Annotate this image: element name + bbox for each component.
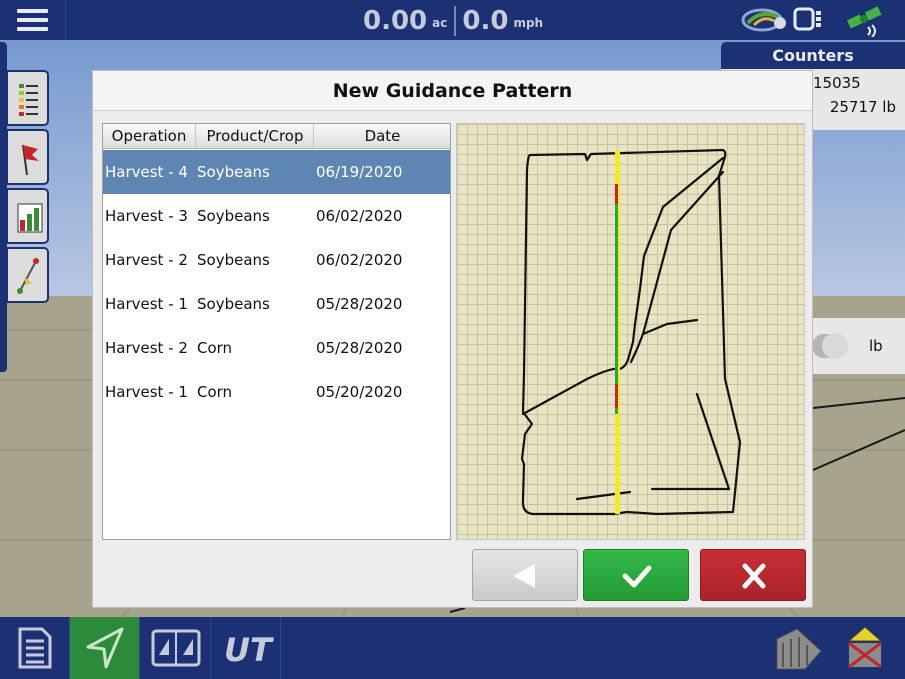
checkmark-icon xyxy=(622,565,652,588)
cell-date: 05/20/2020 xyxy=(316,383,403,401)
speed-value: 0.0 xyxy=(462,6,509,36)
back-button[interactable] xyxy=(472,549,578,601)
counters-header[interactable]: Counters xyxy=(721,42,905,69)
legend-icon xyxy=(19,84,38,116)
area-speed-readout: 0.00 ac 0.0 mph xyxy=(363,2,543,36)
toggle-unit-label: lb xyxy=(869,337,883,355)
counter-value-1: 15035 xyxy=(813,74,861,92)
legend-button[interactable] xyxy=(6,70,49,126)
cell-product-crop: Soybeans xyxy=(197,295,270,313)
cell-product-crop: Soybeans xyxy=(197,251,270,269)
navigation-arrow-icon xyxy=(86,627,124,669)
unit-toggle-knob[interactable] xyxy=(822,333,848,359)
cell-product-crop: Corn xyxy=(197,339,233,357)
coverage-red-2 xyxy=(615,384,618,408)
cell-date: 05/28/2020 xyxy=(316,339,403,357)
cell-operation: Harvest - 3 xyxy=(105,207,188,225)
cell-product-crop: Corn xyxy=(197,383,233,401)
cell-operation: Harvest - 4 xyxy=(105,163,188,181)
warning-button[interactable] xyxy=(835,617,905,679)
split-view-button[interactable] xyxy=(141,617,211,679)
table-row[interactable]: Harvest - 1 Corn 05/20/2020 xyxy=(103,370,450,414)
dialog-title: New Guidance Pattern xyxy=(93,71,812,111)
flag-icon xyxy=(22,144,39,176)
table-row[interactable]: Harvest - 1 Soybeans 05/28/2020 xyxy=(103,282,450,326)
wireless-cloud-icon[interactable] xyxy=(741,8,786,32)
field-boundary xyxy=(520,148,742,516)
chart-button[interactable] xyxy=(6,188,49,244)
document-button[interactable] xyxy=(0,617,70,679)
coverage-green xyxy=(615,184,618,414)
cell-operation: Harvest - 1 xyxy=(105,383,188,401)
table-header: Operation Product/Crop Date xyxy=(103,124,450,149)
column-operation[interactable]: Operation xyxy=(103,124,196,148)
table-row[interactable]: Harvest - 2 Soybeans 06/02/2020 xyxy=(103,238,450,282)
cell-date: 06/19/2020 xyxy=(316,163,403,181)
speed-unit: mph xyxy=(513,16,544,30)
field-boundary-map xyxy=(456,123,805,540)
cancel-button[interactable] xyxy=(700,549,806,601)
cell-product-crop: Soybeans xyxy=(197,207,270,225)
coverage-red-1 xyxy=(615,184,618,204)
menu-button[interactable] xyxy=(0,0,66,40)
counter-value-2: 25717 lb xyxy=(829,98,896,116)
ut-button[interactable]: UT xyxy=(211,617,281,679)
cell-operation: Harvest - 2 xyxy=(105,339,188,357)
bottom-nav-bar: UT xyxy=(0,617,905,679)
gps-satellite-icon[interactable] xyxy=(846,6,882,37)
table-row[interactable]: Harvest - 2 Corn 05/28/2020 xyxy=(103,326,450,370)
flag-button[interactable] xyxy=(6,129,49,185)
area-unit: ac xyxy=(432,16,448,30)
close-x-icon xyxy=(742,563,766,589)
ut-icon: UT xyxy=(224,631,274,669)
document-icon xyxy=(18,627,52,669)
table-row[interactable]: Harvest - 3 Soybeans 06/02/2020 xyxy=(103,194,450,238)
operations-table: Operation Product/Crop Date Harvest - 4 S… xyxy=(102,123,451,540)
table-row[interactable]: Harvest - 4 Soybeans 06/19/2020 xyxy=(103,150,450,194)
area-value: 0.00 xyxy=(363,6,428,36)
readout-divider xyxy=(454,6,457,36)
cell-date: 06/02/2020 xyxy=(316,207,403,225)
cell-date: 05/28/2020 xyxy=(316,295,403,313)
status-icons xyxy=(741,6,882,37)
display-device-icon[interactable] xyxy=(793,7,821,31)
confirm-button[interactable] xyxy=(583,549,689,601)
split-view-icon xyxy=(151,629,201,667)
new-guidance-pattern-dialog: New Guidance Pattern Operation Product/C… xyxy=(92,70,813,608)
bin-button[interactable] xyxy=(765,617,835,679)
column-date[interactable]: Date xyxy=(315,124,450,148)
warning-icon xyxy=(847,626,883,669)
guidance-button[interactable] xyxy=(6,247,49,303)
navigation-button[interactable] xyxy=(70,617,140,679)
guidance-line-icon xyxy=(17,258,39,294)
back-arrow-icon xyxy=(513,564,535,588)
ut-label: UT xyxy=(224,631,274,669)
top-status-bar: 0.00 ac 0.0 mph xyxy=(0,0,905,40)
cell-date: 06/02/2020 xyxy=(316,251,403,269)
cell-operation: Harvest - 1 xyxy=(105,295,188,313)
bin-icon xyxy=(776,628,822,670)
bar-chart-icon xyxy=(17,203,43,233)
cell-product-crop: Soybeans xyxy=(197,163,270,181)
cell-operation: Harvest - 2 xyxy=(105,251,188,269)
column-product-crop[interactable]: Product/Crop xyxy=(197,124,314,148)
